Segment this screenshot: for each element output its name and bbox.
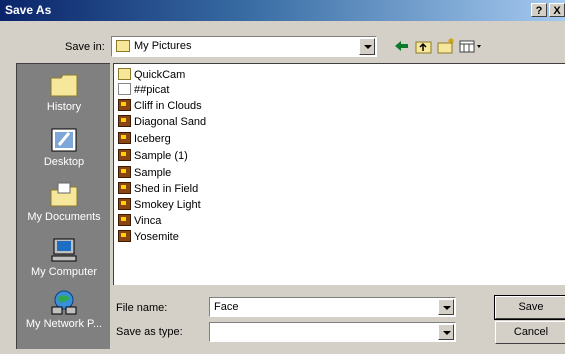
file-name-text: ##picat bbox=[134, 84, 170, 96]
image-file-icon bbox=[118, 132, 131, 145]
save-in-combo[interactable]: My Pictures bbox=[111, 36, 377, 57]
view-menu-icon[interactable] bbox=[458, 37, 484, 55]
list-item[interactable]: Cliff in Clouds bbox=[118, 99, 202, 114]
file-name-text: Shed in Field bbox=[134, 183, 199, 195]
file-name-text: Cliff in Clouds bbox=[134, 100, 202, 112]
place-history-label: History bbox=[46, 101, 82, 113]
place-my-computer-label: My Computer bbox=[30, 266, 98, 278]
list-item[interactable]: Iceberg bbox=[118, 132, 171, 147]
image-file-icon bbox=[118, 149, 131, 162]
list-item[interactable]: Diagonal Sand bbox=[118, 115, 206, 130]
file-name-text: Vinca bbox=[134, 215, 162, 227]
my-documents-icon bbox=[49, 182, 79, 208]
image-file-icon bbox=[118, 214, 131, 227]
place-history[interactable]: History bbox=[17, 72, 111, 113]
file-name-value: Face bbox=[214, 301, 239, 313]
place-my-network-label: My Network P... bbox=[25, 318, 103, 330]
image-file-icon bbox=[118, 99, 131, 112]
file-name-label: File name: bbox=[116, 302, 168, 314]
list-item[interactable]: Sample (1) bbox=[118, 149, 188, 164]
history-folder-icon bbox=[49, 72, 79, 98]
file-name-field[interactable]: Face bbox=[209, 297, 456, 317]
file-name-dropdown-button[interactable] bbox=[438, 299, 454, 315]
place-my-network[interactable]: My Network P... bbox=[17, 289, 111, 330]
place-desktop-label: Desktop bbox=[43, 156, 85, 168]
title-bar[interactable]: Save As ? X bbox=[0, 0, 565, 21]
place-my-documents[interactable]: My Documents bbox=[17, 182, 111, 223]
image-file-icon bbox=[118, 230, 131, 243]
list-item[interactable]: Sample bbox=[118, 166, 171, 181]
my-network-places-icon bbox=[49, 289, 79, 315]
place-desktop[interactable]: Desktop bbox=[17, 127, 111, 168]
save-in-label: Save in: bbox=[65, 41, 105, 53]
file-name-text: Diagonal Sand bbox=[134, 116, 207, 128]
cancel-button[interactable]: Cancel bbox=[495, 321, 565, 344]
place-my-documents-label: My Documents bbox=[27, 211, 101, 223]
close-button[interactable]: X bbox=[549, 3, 565, 17]
help-button[interactable]: ? bbox=[531, 3, 547, 17]
image-file-icon bbox=[118, 115, 131, 128]
save-button[interactable]: Save bbox=[494, 295, 565, 320]
image-file-icon bbox=[118, 166, 131, 179]
folder-icon bbox=[118, 68, 131, 81]
image-file-icon bbox=[118, 198, 131, 211]
save-as-type-dropdown-button[interactable] bbox=[438, 324, 454, 340]
list-item[interactable]: Shed in Field bbox=[118, 182, 198, 197]
document-icon bbox=[118, 83, 131, 96]
places-bar: History Desktop My Documents My Computer… bbox=[16, 63, 110, 349]
list-item[interactable]: Vinca bbox=[118, 214, 161, 229]
file-list[interactable]: QuickCam ##picat Cliff in Clouds Diagona… bbox=[113, 63, 565, 285]
my-computer-icon bbox=[49, 237, 79, 263]
image-file-icon bbox=[118, 182, 131, 195]
file-name-text: Yosemite bbox=[134, 231, 179, 243]
file-name-text: Iceberg bbox=[134, 133, 171, 145]
list-item[interactable]: ##picat bbox=[118, 83, 169, 98]
new-folder-icon[interactable] bbox=[436, 37, 456, 55]
up-folder-icon[interactable] bbox=[414, 37, 434, 55]
save-as-type-select[interactable] bbox=[209, 322, 456, 342]
file-name-text: QuickCam bbox=[134, 69, 186, 81]
list-item[interactable]: Smokey Light bbox=[118, 198, 201, 213]
save-in-dropdown-button[interactable] bbox=[359, 38, 375, 55]
list-item[interactable]: QuickCam bbox=[118, 68, 185, 83]
back-arrow-icon[interactable] bbox=[392, 37, 412, 55]
list-item[interactable]: Yosemite bbox=[118, 230, 179, 245]
place-my-computer[interactable]: My Computer bbox=[17, 237, 111, 278]
window-title: Save As bbox=[5, 3, 52, 17]
save-in-value: My Pictures bbox=[134, 40, 192, 52]
desktop-icon bbox=[49, 127, 79, 153]
my-pictures-folder-icon bbox=[116, 40, 130, 52]
file-name-text: Sample bbox=[134, 167, 172, 179]
save-as-type-label: Save as type: bbox=[116, 326, 183, 338]
file-name-text: Sample (1) bbox=[134, 150, 188, 162]
save-as-dialog: Save As ? X Save in: My Pictures History bbox=[0, 0, 565, 354]
file-name-text: Smokey Light bbox=[134, 199, 201, 211]
